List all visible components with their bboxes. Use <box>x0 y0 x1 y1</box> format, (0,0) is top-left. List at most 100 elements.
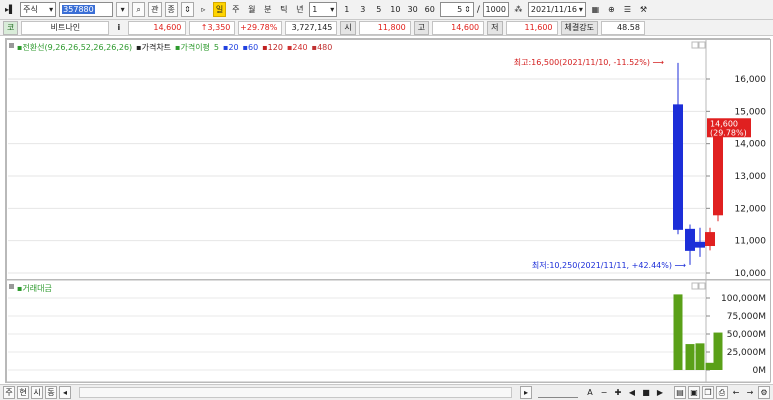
date-value: 2021/11/16 <box>530 5 578 14</box>
scroll-right-icon[interactable]: ▸ <box>520 386 532 399</box>
toolbar: ▸▌ 주식 ▾ 357880 ▾ ⌕ 관 종 ⇕ ▹ 일 주 월 분 틱 년 1… <box>0 0 773 20</box>
collapse-icon[interactable]: ▹ <box>197 2 210 17</box>
volume-tick-label: 25,000M <box>727 348 766 358</box>
open-label: 시 <box>340 20 356 35</box>
price-tick-label: 16,000 <box>735 75 767 85</box>
chart-svg: 16,000 15,000 14,000 13,000 12,000 11,000 10,0… <box>6 39 771 383</box>
horizontal-scrollbar[interactable] <box>79 387 512 398</box>
candle-body <box>685 228 695 251</box>
high-label: 고 <box>413 20 430 35</box>
jong-button[interactable]: 종 <box>164 2 178 17</box>
low-annotation: 최저:10,250(2021/11/11, +42.44%) ⟶ <box>532 260 687 270</box>
volume-tick-label: 50,000M <box>727 330 766 340</box>
arrow-right-icon[interactable]: ▸▌ <box>3 2 17 17</box>
interval-10-button[interactable]: 10 <box>388 2 402 17</box>
spinner-icon[interactable]: ⇕ <box>464 5 471 14</box>
price-tick-label: 13,000 <box>735 172 767 182</box>
save-icon[interactable]: ▣ <box>688 386 700 399</box>
legend-ma-period: ▪20 <box>223 43 239 52</box>
chart-settings-icon[interactable]: ▦ <box>589 2 602 17</box>
low-price: 11,600 <box>505 20 558 35</box>
next-icon[interactable]: ▶ <box>654 386 666 399</box>
legend-ma-period: ▪120 <box>262 43 283 52</box>
interval-3-button[interactable]: 3 <box>356 2 369 17</box>
count-input[interactable]: 5 ⇕ <box>439 2 474 17</box>
interval-select[interactable]: 1 ▾ <box>309 2 338 17</box>
minus-icon[interactable]: − <box>598 386 610 399</box>
range-input[interactable]: 1000 <box>482 2 509 17</box>
volume-pane-label: ▪거래대금 <box>17 284 52 293</box>
scroll-left-icon[interactable]: ◂ <box>59 386 71 399</box>
copy-icon[interactable]: ❐ <box>702 386 714 399</box>
high-annotation: 최고:16,500(2021/11/10, -11.52%) ⟶ <box>514 57 665 67</box>
search-icon[interactable]: ⌕ <box>132 2 146 17</box>
candle-body <box>673 104 683 230</box>
status-button-ju[interactable]: 주 <box>3 386 15 399</box>
volume-bar <box>713 332 723 370</box>
gwan-button[interactable]: 관 <box>148 2 162 17</box>
interval-1-button[interactable]: 1 <box>340 2 353 17</box>
interval-30-button[interactable]: 30 <box>405 2 419 17</box>
chart-icon[interactable]: ▤ <box>674 386 686 399</box>
zoom-slider[interactable] <box>538 388 578 398</box>
period-day-button[interactable]: 일 <box>212 2 227 17</box>
period-year-button[interactable]: 년 <box>293 2 306 17</box>
chevron-down-icon[interactable]: ▾ <box>330 5 334 14</box>
info-icon[interactable]: i <box>112 20 125 35</box>
period-tick-button[interactable]: 틱 <box>277 2 290 17</box>
legend-ma-period: ▪240 <box>287 43 308 52</box>
market-select[interactable]: 주식 ▾ <box>20 2 57 17</box>
range-separator: / <box>476 4 480 15</box>
period-month-button[interactable]: 월 <box>245 2 258 17</box>
status-button-hyeon[interactable]: 현 <box>17 386 29 399</box>
candle-body <box>713 123 723 216</box>
plus-icon[interactable]: ✚ <box>612 386 624 399</box>
interval-5-button[interactable]: 5 <box>372 2 385 17</box>
date-select[interactable]: 2021/11/16 ▾ <box>527 2 586 17</box>
volume-tick-label: 75,000M <box>727 312 766 322</box>
arrow-right-icon[interactable]: → <box>744 386 756 399</box>
print-icon[interactable]: ⎙ <box>716 386 728 399</box>
legend-price-ma: ▪가격이평 <box>175 42 210 52</box>
volume: 3,727,145 <box>285 20 338 35</box>
updown-icon[interactable]: ⇕ <box>180 2 194 17</box>
code-dropdown-icon[interactable]: ▾ <box>116 2 130 17</box>
arrow-left-icon[interactable]: ← <box>730 386 742 399</box>
chevron-down-icon[interactable]: ▾ <box>579 5 583 14</box>
market-select-value: 주식 <box>23 5 38 14</box>
status-button-si[interactable]: 시 <box>31 386 43 399</box>
zoom-out-icon[interactable]: A <box>584 386 596 399</box>
period-minute-button[interactable]: 분 <box>261 2 274 17</box>
zoom-icon[interactable]: ⊕ <box>605 2 618 17</box>
period-week-button[interactable]: 주 <box>229 2 242 17</box>
prev-icon[interactable]: ◀ <box>626 386 638 399</box>
price-pane-frame <box>6 39 771 280</box>
market-badge: 코 <box>3 20 19 35</box>
stop-icon[interactable]: ■ <box>640 386 652 399</box>
legend-ma-line: ▪전환선(9,26,26,52,26,26,26) <box>17 42 132 52</box>
list-icon[interactable]: ☰ <box>621 2 634 17</box>
low-label: 저 <box>487 20 503 35</box>
legend-ma-period: ▪480 <box>312 43 333 52</box>
price-tick-label: 15,000 <box>735 107 767 117</box>
candle-body <box>705 232 715 247</box>
status-button-dong[interactable]: 동 <box>45 386 57 399</box>
candle-body <box>695 241 705 248</box>
interval-60-button[interactable]: 60 <box>423 2 437 17</box>
chevron-down-icon[interactable]: ▾ <box>49 5 53 14</box>
stock-code-value: 357880 <box>62 5 95 14</box>
current-price: 14,600 <box>128 20 187 35</box>
settings-icon[interactable]: ⚙ <box>758 386 770 399</box>
strength-value: 48.58 <box>600 20 645 35</box>
volume-collapse-icon <box>9 284 14 289</box>
price-change-pct: +29.78% <box>238 20 283 35</box>
volume-bar <box>685 344 695 370</box>
legend-price-chart: ▪가격차트 <box>136 42 171 52</box>
price-tick-label: 12,000 <box>735 204 767 214</box>
volume-pane-frame <box>6 279 771 383</box>
quote-bar: 코 비트나인 i 14,600 ↑3,350 +29.78% 3,727,145… <box>0 20 773 36</box>
stock-code-input[interactable]: 357880 <box>59 2 114 17</box>
tools-icon[interactable]: ⚒ <box>637 2 650 17</box>
chart-area[interactable]: 16,000 15,000 14,000 13,000 12,000 11,000 10,0… <box>5 38 771 383</box>
range-adjust-icon[interactable]: ⁂ <box>512 2 525 17</box>
